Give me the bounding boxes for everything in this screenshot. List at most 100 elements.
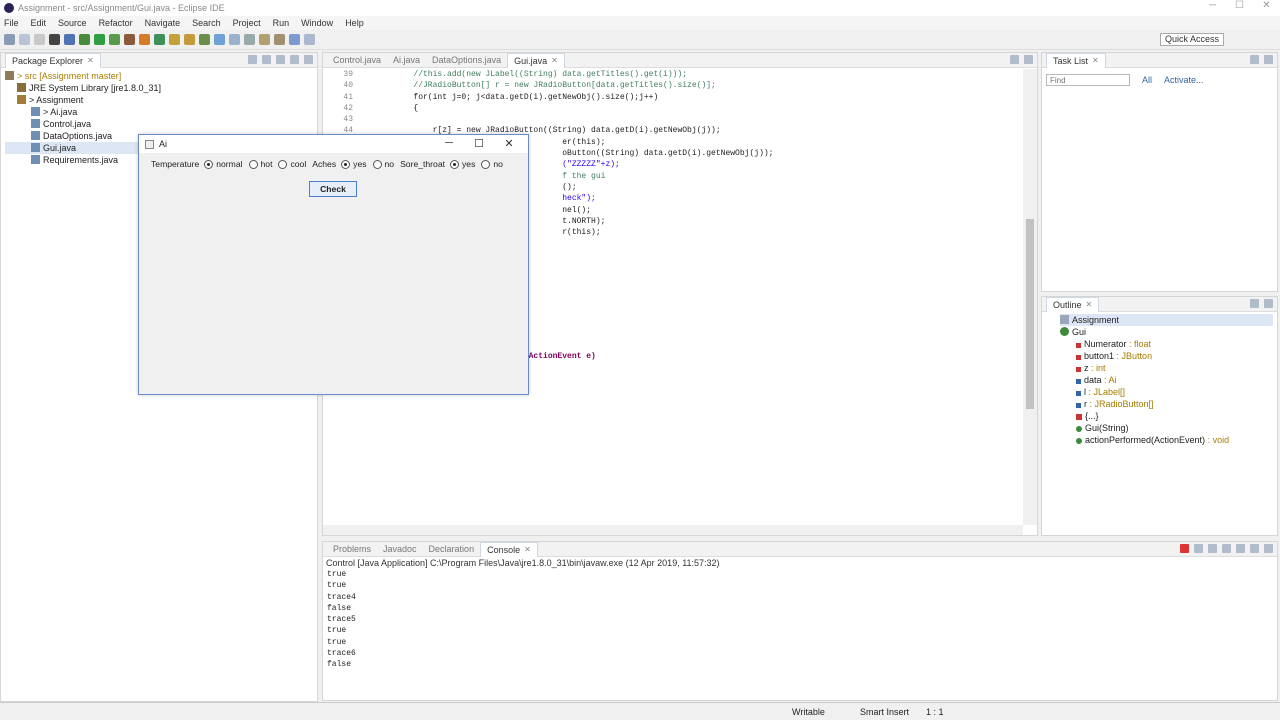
code-line[interactable]: 39 //this.add(new JLabel((String) data.g… [323,69,1023,80]
tab-gui-java[interactable]: Gui.java ✕ [507,52,565,68]
debug-icon[interactable] [79,34,90,45]
check-button[interactable]: Check [309,181,357,197]
minimize-view-icon[interactable] [290,55,299,64]
outline-item[interactable]: z : int [1060,362,1273,374]
prev-annotation-icon[interactable] [274,34,285,45]
tab-console[interactable]: Console ✕ [480,541,538,557]
task-find-input[interactable] [1046,74,1130,86]
maximize-view-icon[interactable] [1264,299,1273,308]
run-icon[interactable] [94,34,105,45]
outline-item[interactable]: Numerator : float [1060,338,1273,350]
close-tab-icon[interactable]: ✕ [524,545,531,554]
maximize-view-icon[interactable] [1024,55,1033,64]
save-all-icon[interactable] [34,34,45,45]
close-tab-icon[interactable]: ✕ [87,56,94,65]
tree-item[interactable]: > Assignment [5,94,313,106]
new-class-icon[interactable] [154,34,165,45]
minimize-view-icon[interactable] [1250,299,1259,308]
code-line[interactable]: 43 [323,114,1023,125]
tab-package-explorer[interactable]: Package Explorer ✕ [5,52,101,68]
task-activate-link[interactable]: Activate... [1164,75,1204,85]
block-selection-icon[interactable] [229,34,240,45]
dialog-minimize-icon[interactable]: ─ [434,137,464,150]
code-line[interactable]: 40 //JRadioButton[] r = new JRadioButton… [323,80,1023,91]
whitespace-icon[interactable] [244,34,255,45]
toggle-mark-icon[interactable] [199,34,210,45]
editor-vertical-scrollbar[interactable] [1023,69,1037,525]
tab-javadoc[interactable]: Javadoc [377,542,423,557]
external-tools-icon[interactable] [124,34,135,45]
outline-item[interactable]: l : JLabel[] [1060,386,1273,398]
radio-cool[interactable]: cool [278,159,306,169]
menu-file[interactable]: File [4,18,19,28]
menu-edit[interactable]: Edit [31,18,47,28]
terminate-icon[interactable] [1180,544,1189,553]
radio-sore-yes[interactable]: yes [450,159,475,169]
pin-console-icon[interactable] [1236,544,1245,553]
tab-dataoptions-java[interactable]: DataOptions.java [426,53,507,68]
quick-access-field[interactable]: Quick Access [1159,33,1224,46]
minimize-view-icon[interactable] [1250,544,1259,553]
minimize-icon[interactable]: ─ [1199,0,1226,11]
outline-item[interactable]: Gui(String) [1060,422,1273,434]
menu-window[interactable]: Window [301,18,333,28]
tab-problems[interactable]: Problems [327,542,377,557]
dialog-close-icon[interactable]: ✕ [494,137,524,150]
maximize-view-icon[interactable] [1264,55,1273,64]
save-icon[interactable] [19,34,30,45]
menu-source[interactable]: Source [58,18,87,28]
scroll-lock-icon[interactable] [1222,544,1231,553]
task-filter-all[interactable]: All [1142,75,1152,85]
outline-item[interactable]: Assignment [1060,314,1273,326]
close-icon[interactable]: ✕ [1253,0,1280,11]
radio-normal[interactable]: normal [204,159,243,169]
tree-item[interactable]: > Ai.java [5,106,313,118]
radio-aches-yes[interactable]: yes [341,159,367,169]
console-output[interactable]: true true trace4 false trace5 true true trace6 f… [323,569,1277,671]
close-tab-icon[interactable]: ✕ [1092,56,1099,65]
code-line[interactable]: 42 { [323,103,1023,114]
search-tool-icon[interactable] [184,34,195,45]
tab-ai-java[interactable]: Ai.java [387,53,426,68]
menu-search[interactable]: Search [192,18,221,28]
link-editor-icon[interactable] [262,55,271,64]
tab-outline[interactable]: Outline ✕ [1046,296,1100,312]
menu-run[interactable]: Run [273,18,290,28]
clear-console-icon[interactable] [1208,544,1217,553]
code-line[interactable]: 41 for(int j=0; j<data.getD(i).getNewObj… [323,92,1023,103]
outline-item[interactable]: button1 : JButton [1060,350,1273,362]
new-package-icon[interactable] [139,34,150,45]
ai-dialog-window[interactable]: Ai ─ ☐ ✕ Temperature normal hot cool Ach… [138,134,529,395]
collapse-all-icon[interactable] [248,55,257,64]
minimize-view-icon[interactable] [1250,55,1259,64]
toggle-highlight-icon[interactable] [214,34,225,45]
tree-item[interactable]: JRE System Library [jre1.8.0_31] [5,82,313,94]
skip-breakpoints-icon[interactable] [64,34,75,45]
dialog-maximize-icon[interactable]: ☐ [464,137,494,150]
maximize-view-icon[interactable] [304,55,313,64]
next-annotation-icon[interactable] [259,34,270,45]
maximize-view-icon[interactable] [1264,544,1273,553]
radio-aches-no[interactable]: no [372,159,394,169]
tab-task-list[interactable]: Task List ✕ [1046,52,1106,68]
forward-icon[interactable] [304,34,315,45]
tab-declaration[interactable]: Declaration [423,542,481,557]
radio-sore-no[interactable]: no [481,159,503,169]
close-tab-icon[interactable]: ✕ [1086,300,1093,309]
outline-item[interactable]: actionPerformed(ActionEvent) : void [1060,434,1273,446]
menu-project[interactable]: Project [233,18,261,28]
coverage-icon[interactable] [109,34,120,45]
menu-refactor[interactable]: Refactor [99,18,133,28]
open-type-icon[interactable] [169,34,180,45]
outline-item[interactable]: data : Ai [1060,374,1273,386]
back-icon[interactable] [289,34,300,45]
maximize-icon[interactable]: ☐ [1226,0,1253,11]
close-tab-icon[interactable]: ✕ [551,56,558,65]
view-menu-icon[interactable] [276,55,285,64]
tree-item[interactable]: > src [Assignment master] [5,70,313,82]
radio-hot[interactable]: hot [248,159,272,169]
scroll-thumb[interactable] [1026,219,1034,409]
tree-item[interactable]: Control.java [5,118,313,130]
outline-item[interactable]: r : JRadioButton[] [1060,398,1273,410]
debug-config-icon[interactable] [49,34,60,45]
